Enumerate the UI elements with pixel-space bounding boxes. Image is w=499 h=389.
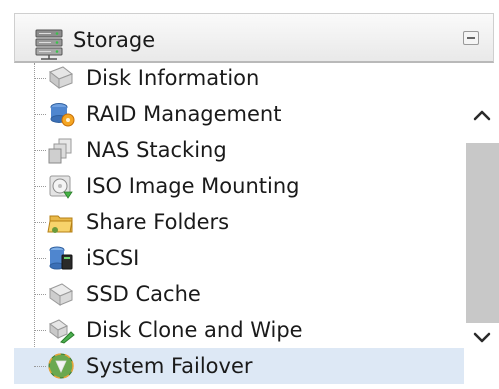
tree-item-iso-image-mounting[interactable]: ISO Image Mounting (14, 168, 464, 204)
iso-image-mounting-icon (49, 175, 73, 199)
tree-item-share-folders[interactable]: Share Folders (14, 204, 464, 240)
collapse-minus-icon[interactable] (463, 31, 479, 45)
vertical-scrollbar[interactable] (466, 63, 499, 368)
system-failover-icon (48, 353, 74, 379)
ssd-cache-icon (48, 283, 74, 306)
disk-clone-wipe-icon (49, 319, 75, 344)
tree-item-label: RAID Management (86, 102, 282, 126)
tree-item-disk-clone-wipe[interactable]: Disk Clone and Wipe (14, 312, 464, 348)
tree-item-label: iSCSI (86, 246, 140, 270)
chevron-down-icon[interactable] (472, 330, 492, 346)
chevron-up-icon[interactable] (472, 107, 492, 123)
nas-stacking-icon (48, 138, 72, 164)
tree-item-label: Share Folders (86, 210, 230, 234)
tree-item-label: Disk Information (86, 66, 260, 90)
share-folders-icon (47, 215, 73, 233)
tree-item-label: ISO Image Mounting (86, 174, 300, 198)
panel-title: Storage (73, 28, 156, 52)
storage-server-icon (35, 29, 63, 60)
tree-item-system-failover[interactable]: System Failover (14, 348, 464, 384)
tree-item-raid-management[interactable]: RAID Management (14, 96, 464, 132)
tree-item-iscsi[interactable]: iSCSI (14, 240, 464, 276)
tree-item-disk-information[interactable]: Disk Information (14, 63, 464, 96)
tree-item-label: SSD Cache (86, 282, 201, 306)
raid-management-icon (50, 103, 75, 127)
tree-item-nas-stacking[interactable]: NAS Stacking (14, 132, 464, 168)
tree-item-ssd-cache[interactable]: SSD Cache (14, 276, 464, 312)
iscsi-icon (49, 246, 73, 270)
storage-tree: Disk Information RAID Management NAS Sta… (14, 63, 464, 389)
panel-header[interactable]: Storage (14, 13, 494, 63)
tree-item-label: System Failover (86, 354, 253, 378)
tree-item-label: NAS Stacking (86, 138, 227, 162)
disk-information-icon (48, 66, 74, 90)
storage-panel: Storage Disk Information RAID Management… (0, 0, 499, 389)
tree-item-label: Disk Clone and Wipe (86, 318, 303, 342)
scrollbar-thumb[interactable] (466, 143, 499, 323)
